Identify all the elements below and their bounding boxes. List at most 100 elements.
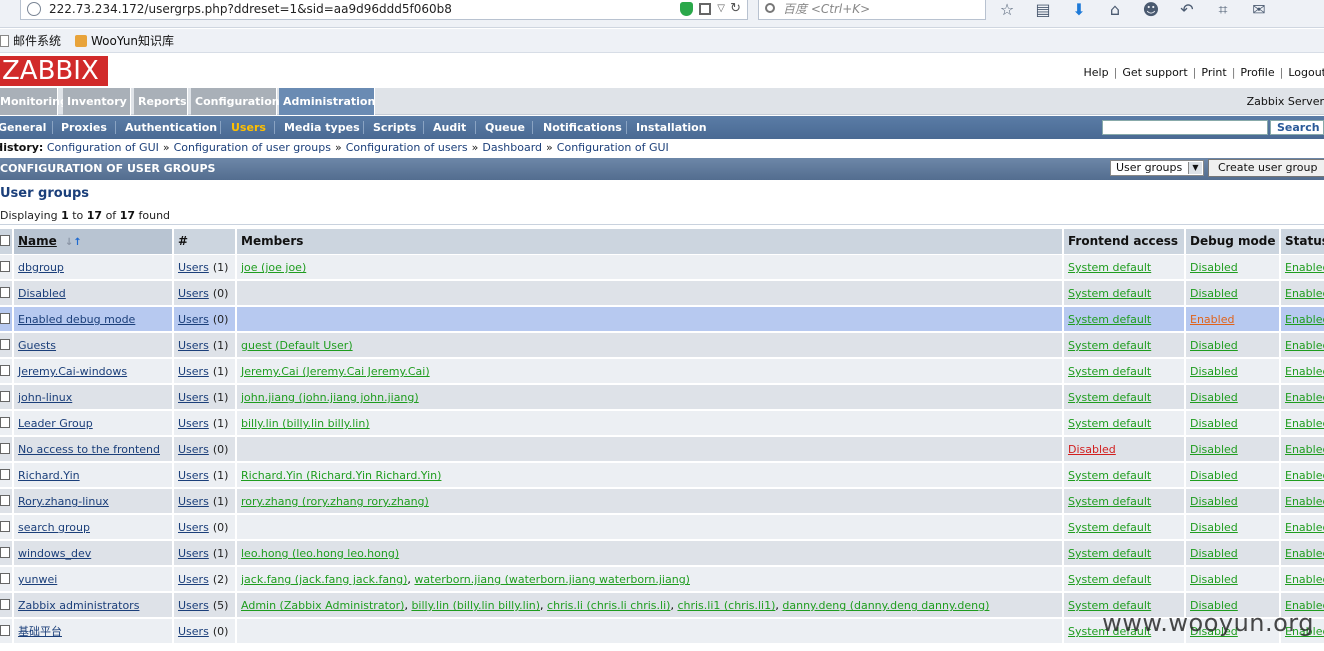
frontend-access-link[interactable]: System default xyxy=(1068,313,1151,326)
profile-link[interactable]: Profile xyxy=(1240,66,1274,79)
member-link[interactable]: guest (Default User) xyxy=(241,339,353,352)
row-checkbox[interactable] xyxy=(0,391,10,402)
submenu-proxies[interactable]: Proxies xyxy=(61,116,107,139)
submenu-users[interactable]: Users xyxy=(231,116,266,139)
status-link[interactable]: Enabled xyxy=(1285,469,1324,482)
users-link[interactable]: Users xyxy=(178,365,209,378)
print-link[interactable]: Print xyxy=(1201,66,1226,79)
users-link[interactable]: Users xyxy=(178,391,209,404)
col-name-label[interactable]: Name xyxy=(18,234,57,248)
debug-mode-link[interactable]: Disabled xyxy=(1190,469,1238,482)
member-link[interactable]: chris.li1 (chris.li1) xyxy=(677,599,775,612)
menu-monitoring[interactable]: Monitoring xyxy=(0,88,68,115)
row-checkbox[interactable] xyxy=(0,521,10,532)
row-checkbox[interactable] xyxy=(0,573,10,584)
member-link[interactable]: Jeremy.Cai (Jeremy.Cai Jeremy.Cai) xyxy=(241,365,430,378)
status-link[interactable]: Enabled xyxy=(1285,443,1324,456)
browser-search-input[interactable]: 百度 <Ctrl+K> xyxy=(758,0,986,20)
row-checkbox[interactable] xyxy=(0,547,10,558)
frontend-access-link[interactable]: System default xyxy=(1068,417,1151,430)
frontend-access-link[interactable]: System default xyxy=(1068,391,1151,404)
dropdown-arrow-icon[interactable]: ▽ xyxy=(717,0,725,18)
debug-mode-link[interactable]: Disabled xyxy=(1190,573,1238,586)
status-link[interactable]: Enabled xyxy=(1285,339,1324,352)
get-support-link[interactable]: Get support xyxy=(1122,66,1187,79)
emoji-icon[interactable]: ☻ xyxy=(1140,1,1162,19)
frontend-access-link[interactable]: System default xyxy=(1068,339,1151,352)
submenu-general[interactable]: General xyxy=(0,116,46,139)
frontend-access-link[interactable]: System default xyxy=(1068,287,1151,300)
group-name-link[interactable]: Guests xyxy=(18,339,56,352)
search-input[interactable] xyxy=(1102,120,1268,135)
menu-administration[interactable]: Administration xyxy=(279,88,375,115)
status-link[interactable]: Enabled xyxy=(1285,547,1324,560)
member-link[interactable]: chris.li (chris.li chris.li) xyxy=(547,599,670,612)
frontend-access-link[interactable]: System default xyxy=(1068,261,1151,274)
submenu-notifications[interactable]: Notifications xyxy=(543,116,622,139)
frontend-access-link[interactable]: System default xyxy=(1068,365,1151,378)
submenu-scripts[interactable]: Scripts xyxy=(373,116,416,139)
select-all-checkbox[interactable] xyxy=(0,235,10,246)
qr-code-icon[interactable] xyxy=(699,3,711,15)
group-name-link[interactable]: Jeremy.Cai-windows xyxy=(18,365,127,378)
group-name-link[interactable]: Rory.zhang-linux xyxy=(18,495,109,508)
menu-reports[interactable]: Reports xyxy=(134,88,188,115)
users-link[interactable]: Users xyxy=(178,287,209,300)
history-item[interactable]: Configuration of user groups xyxy=(174,141,331,154)
help-link[interactable]: Help xyxy=(1084,66,1109,79)
status-link[interactable]: Enabled xyxy=(1285,521,1324,534)
debug-mode-link[interactable]: Disabled xyxy=(1190,365,1238,378)
frontend-access-link[interactable]: System default xyxy=(1068,521,1151,534)
row-checkbox[interactable] xyxy=(0,313,10,324)
frontend-access-link[interactable]: System default xyxy=(1068,573,1151,586)
row-checkbox[interactable] xyxy=(0,365,10,376)
shield-icon[interactable] xyxy=(680,2,693,16)
users-link[interactable]: Users xyxy=(178,547,209,560)
row-checkbox[interactable] xyxy=(0,339,10,350)
group-name-link[interactable]: dbgroup xyxy=(18,261,64,274)
menu-inventory[interactable]: Inventory xyxy=(63,88,131,115)
member-link[interactable]: billy.lin (billy.lin billy.lin) xyxy=(241,417,370,430)
row-checkbox[interactable] xyxy=(0,599,10,610)
undo-icon[interactable]: ↶ xyxy=(1176,1,1198,19)
search-button[interactable]: Search xyxy=(1270,120,1324,135)
history-item[interactable]: Configuration of GUI xyxy=(557,141,669,154)
member-link[interactable]: john.jiang (john.jiang john.jiang) xyxy=(241,391,419,404)
frontend-access-link[interactable]: System default xyxy=(1068,469,1151,482)
status-link[interactable]: Enabled xyxy=(1285,495,1324,508)
member-link[interactable]: Richard.Yin (Richard.Yin Richard.Yin) xyxy=(241,469,441,482)
group-name-link[interactable]: Richard.Yin xyxy=(18,469,80,482)
reload-icon[interactable]: ↻ xyxy=(730,0,741,18)
download-icon[interactable]: ⬇ xyxy=(1068,1,1090,19)
group-name-link[interactable]: Zabbix administrators xyxy=(18,599,139,612)
users-link[interactable]: Users xyxy=(178,599,209,612)
row-checkbox[interactable] xyxy=(0,417,10,428)
home-icon[interactable]: ⌂ xyxy=(1104,1,1126,19)
chat-icon[interactable]: ✉ xyxy=(1248,1,1270,19)
history-item[interactable]: Configuration of GUI xyxy=(47,141,159,154)
frontend-access-link[interactable]: System default xyxy=(1068,547,1151,560)
group-name-link[interactable]: Enabled debug mode xyxy=(18,313,135,326)
member-link[interactable]: billy.lin (billy.lin billy.lin) xyxy=(411,599,540,612)
member-link[interactable]: joe (joe joe) xyxy=(241,261,306,274)
member-link[interactable]: Admin (Zabbix Administrator) xyxy=(241,599,404,612)
debug-mode-link[interactable]: Disabled xyxy=(1190,417,1238,430)
bookmark-mail[interactable]: 邮件系统 xyxy=(0,32,61,49)
debug-mode-link[interactable]: Disabled xyxy=(1190,495,1238,508)
group-name-link[interactable]: Leader Group xyxy=(18,417,93,430)
submenu-queue[interactable]: Queue xyxy=(485,116,525,139)
group-name-link[interactable]: No access to the frontend xyxy=(18,443,160,456)
debug-mode-link[interactable]: Disabled xyxy=(1190,339,1238,352)
member-link[interactable]: rory.zhang (rory.zhang rory.zhang) xyxy=(241,495,429,508)
debug-mode-link[interactable]: Disabled xyxy=(1190,261,1238,274)
status-link[interactable]: Enabled xyxy=(1285,261,1324,274)
status-link[interactable]: Enabled xyxy=(1285,573,1324,586)
users-link[interactable]: Users xyxy=(178,625,209,638)
reading-list-icon[interactable]: ▤ xyxy=(1032,1,1054,19)
member-link[interactable]: waterborn.jiang (waterborn.jiang waterbo… xyxy=(414,573,690,586)
address-bar[interactable]: 222.73.234.172/usergrps.php?ddreset=1&si… xyxy=(20,0,748,20)
users-link[interactable]: Users xyxy=(178,573,209,586)
group-name-link[interactable]: yunwei xyxy=(18,573,57,586)
submenu-installation[interactable]: Installation xyxy=(636,116,707,139)
users-link[interactable]: Users xyxy=(178,417,209,430)
